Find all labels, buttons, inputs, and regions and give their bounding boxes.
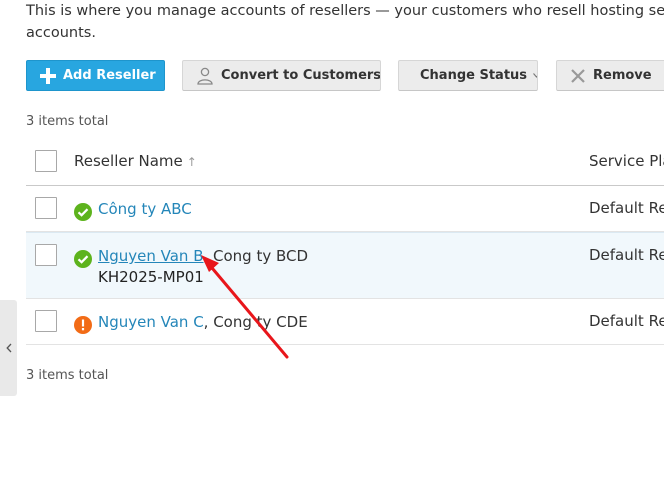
table-row: Nguyen Van C, Cong ty CDE Default Re — [26, 299, 664, 345]
row-checkbox[interactable] — [35, 197, 57, 219]
convert-to-customers-label: Convert to Customers — [221, 68, 381, 83]
remove-button[interactable]: Remove — [556, 60, 664, 91]
reseller-link[interactable]: Nguyen Van C — [98, 313, 204, 331]
page-description-line1: This is where you manage accounts of res… — [26, 3, 664, 19]
row-checkbox[interactable] — [35, 244, 57, 266]
status-ok-icon — [74, 250, 92, 268]
select-all-checkbox[interactable] — [35, 150, 57, 172]
change-status-button[interactable]: Change Status — [398, 60, 538, 91]
chevron-left-icon — [5, 343, 12, 353]
status-warning-icon — [74, 316, 92, 334]
reseller-name-cell: Nguyen Van B, Cong ty BCD KH2025-MP01 — [98, 246, 308, 288]
remove-label: Remove — [593, 68, 652, 83]
status-ok-icon — [74, 203, 92, 221]
column-header-service-plan[interactable]: Service Pla — [589, 152, 664, 170]
reseller-name-cell: Công ty ABC — [98, 199, 192, 220]
column-header-reseller-name-label: Reseller Name — [74, 152, 183, 170]
convert-to-customers-button[interactable]: Convert to Customers — [182, 60, 381, 91]
change-status-label: Change Status — [420, 68, 528, 83]
user-icon — [196, 67, 214, 85]
service-plan-cell: Default Re — [589, 312, 664, 330]
reseller-name-cell: Nguyen Van C, Cong ty CDE — [98, 312, 308, 333]
column-header-reseller-name[interactable]: Reseller Name ↑ — [74, 152, 197, 170]
page-description-line2: accounts. — [26, 25, 96, 41]
chevron-down-icon — [533, 73, 537, 78]
table-header-row: Reseller Name ↑ Service Pla — [26, 138, 664, 186]
plus-icon — [40, 67, 56, 84]
add-reseller-label: Add Reseller — [63, 68, 156, 83]
reseller-company: , Cong ty CDE — [203, 313, 308, 331]
add-reseller-button[interactable]: Add Reseller — [26, 60, 165, 91]
service-plan-cell: Default Re — [589, 199, 664, 217]
reseller-link[interactable]: Công ty ABC — [98, 200, 192, 218]
items-total-top: 3 items total — [26, 114, 109, 129]
resellers-table: Reseller Name ↑ Service Pla Công ty ABC D… — [26, 138, 664, 345]
row-checkbox[interactable] — [35, 310, 57, 332]
service-plan-cell: Default Re — [589, 246, 664, 264]
page-description: This is where you manage accounts of res… — [26, 0, 664, 44]
items-total-bottom: 3 items total — [26, 368, 109, 383]
sort-ascending-icon: ↑ — [186, 155, 197, 169]
reseller-link[interactable]: Nguyen Van B — [98, 247, 203, 265]
side-panel-toggle[interactable] — [0, 300, 17, 396]
reseller-extra-info: KH2025-MP01 — [98, 268, 204, 286]
table-row: Công ty ABC Default Re — [26, 186, 664, 232]
table-row-selected: Nguyen Van B, Cong ty BCD KH2025-MP01 De… — [26, 232, 664, 299]
reseller-company: , Cong ty BCD — [203, 247, 309, 265]
close-icon — [570, 68, 586, 84]
